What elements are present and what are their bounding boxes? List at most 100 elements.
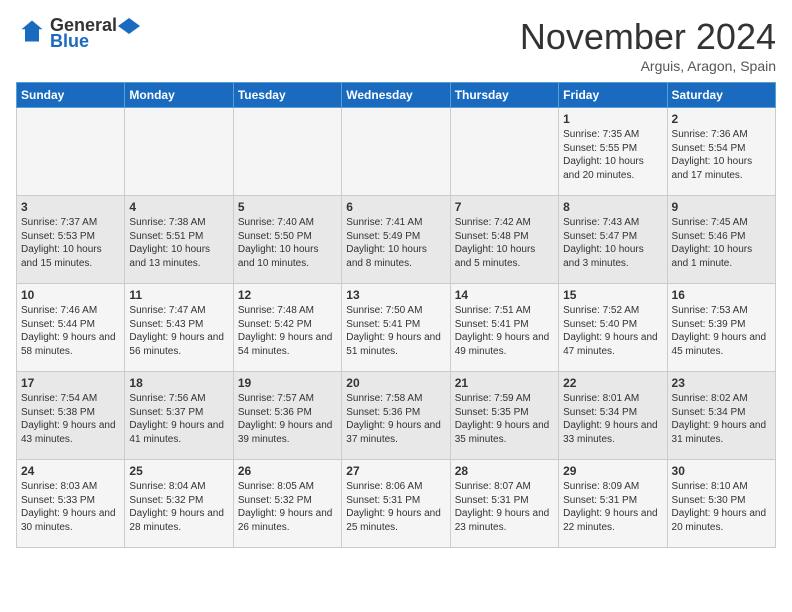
day-number: 14 bbox=[455, 288, 554, 302]
cell-info-text: Sunrise: 7:35 AM Sunset: 5:55 PM Dayligh… bbox=[563, 128, 662, 182]
day-number: 1 bbox=[563, 112, 662, 126]
cell-info-text: Sunrise: 7:41 AM Sunset: 5:49 PM Dayligh… bbox=[346, 216, 445, 270]
calendar-cell: 17Sunrise: 7:54 AM Sunset: 5:38 PM Dayli… bbox=[17, 372, 125, 460]
day-number: 16 bbox=[672, 288, 771, 302]
day-number: 15 bbox=[563, 288, 662, 302]
cell-info-text: Sunrise: 8:06 AM Sunset: 5:31 PM Dayligh… bbox=[346, 480, 445, 534]
calendar-cell: 30 Sunrise: 8:10 AM Sunset: 5:30 PM Dayli… bbox=[667, 460, 775, 548]
day-number: 4 bbox=[129, 200, 228, 214]
calendar-cell: 7 Sunrise: 7:42 AM Sunset: 5:48 PM Daylig… bbox=[450, 196, 558, 284]
cell-info-text: Sunrise: 8:02 AM Sunset: 5:34 PM Dayligh… bbox=[672, 392, 771, 446]
day-number: 26 bbox=[238, 464, 337, 478]
calendar-cell: 27 Sunrise: 8:06 AM Sunset: 5:31 PM Dayli… bbox=[342, 460, 450, 548]
cell-info-text: Sunrise: 8:09 AM Sunset: 5:31 PM Dayligh… bbox=[563, 480, 662, 534]
cell-info-text: Sunrise: 7:43 AM Sunset: 5:47 PM Dayligh… bbox=[563, 216, 662, 270]
cell-info-text: Sunrise: 7:48 AM Sunset: 5:42 PM Dayligh… bbox=[238, 304, 337, 358]
calendar-cell: 20 Sunrise: 7:58 AM Sunset: 5:36 PM Dayli… bbox=[342, 372, 450, 460]
day-number: 6 bbox=[346, 200, 445, 214]
cell-info-text: Sunrise: 8:03 AM Sunset: 5:33 PM Dayligh… bbox=[21, 480, 120, 534]
title-block: November 2024 Arguis, Aragon, Spain bbox=[520, 16, 776, 74]
calendar-cell: 11 Sunrise: 7:47 AM Sunset: 5:43 PM Dayli… bbox=[125, 284, 233, 372]
cell-info-text: Sunrise: 7:51 AM Sunset: 5:41 PM Dayligh… bbox=[455, 304, 554, 358]
calendar-cell: 26Sunrise: 8:05 AM Sunset: 5:32 PM Dayli… bbox=[233, 460, 341, 548]
calendar-cell: 21Sunrise: 7:59 AM Sunset: 5:35 PM Dayli… bbox=[450, 372, 558, 460]
logo-flag-icon bbox=[118, 18, 140, 34]
weekday-header-row: SundayMondayTuesdayWednesdayThursdayFrid… bbox=[17, 83, 776, 108]
calendar-cell: 1 Sunrise: 7:35 AM Sunset: 5:55 PM Daylig… bbox=[559, 108, 667, 196]
cell-info-text: Sunrise: 7:38 AM Sunset: 5:51 PM Dayligh… bbox=[129, 216, 228, 270]
day-number: 25 bbox=[129, 464, 228, 478]
weekday-header-cell: Friday bbox=[559, 83, 667, 108]
calendar-body: 1 Sunrise: 7:35 AM Sunset: 5:55 PM Daylig… bbox=[17, 108, 776, 548]
day-number: 11 bbox=[129, 288, 228, 302]
day-number: 20 bbox=[346, 376, 445, 390]
day-number: 28 bbox=[455, 464, 554, 478]
cell-info-text: Sunrise: 7:40 AM Sunset: 5:50 PM Dayligh… bbox=[238, 216, 337, 270]
calendar-week-row: 3Sunrise: 7:37 AM Sunset: 5:53 PM Daylig… bbox=[17, 196, 776, 284]
logo-blue-text: Blue bbox=[50, 31, 89, 51]
day-number: 8 bbox=[563, 200, 662, 214]
cell-info-text: Sunrise: 8:10 AM Sunset: 5:30 PM Dayligh… bbox=[672, 480, 771, 534]
calendar-cell: 24 Sunrise: 8:03 AM Sunset: 5:33 PM Dayli… bbox=[17, 460, 125, 548]
calendar-cell: 18 Sunrise: 7:56 AM Sunset: 5:37 PM Dayli… bbox=[125, 372, 233, 460]
calendar-cell: 6 Sunrise: 7:41 AM Sunset: 5:49 PM Daylig… bbox=[342, 196, 450, 284]
calendar-cell: 28 Sunrise: 8:07 AM Sunset: 5:31 PM Dayli… bbox=[450, 460, 558, 548]
day-number: 18 bbox=[129, 376, 228, 390]
calendar-cell: 23 Sunrise: 8:02 AM Sunset: 5:34 PM Dayli… bbox=[667, 372, 775, 460]
day-number: 9 bbox=[672, 200, 771, 214]
day-number: 19 bbox=[238, 376, 337, 390]
cell-info-text: Sunrise: 8:01 AM Sunset: 5:34 PM Dayligh… bbox=[563, 392, 662, 446]
day-number: 13 bbox=[346, 288, 445, 302]
cell-info-text: Sunrise: 7:45 AM Sunset: 5:46 PM Dayligh… bbox=[672, 216, 771, 270]
logo: General Blue bbox=[16, 16, 141, 52]
cell-info-text: Sunrise: 7:46 AM Sunset: 5:44 PM Dayligh… bbox=[21, 304, 120, 358]
calendar-cell: 19Sunrise: 7:57 AM Sunset: 5:36 PM Dayli… bbox=[233, 372, 341, 460]
calendar-cell: 10 Sunrise: 7:46 AM Sunset: 5:44 PM Dayli… bbox=[17, 284, 125, 372]
calendar-table: SundayMondayTuesdayWednesdayThursdayFrid… bbox=[16, 82, 776, 548]
calendar-week-row: 10 Sunrise: 7:46 AM Sunset: 5:44 PM Dayli… bbox=[17, 284, 776, 372]
calendar-cell: 5 Sunrise: 7:40 AM Sunset: 5:50 PM Daylig… bbox=[233, 196, 341, 284]
calendar-cell: 9 Sunrise: 7:45 AM Sunset: 5:46 PM Daylig… bbox=[667, 196, 775, 284]
day-number: 24 bbox=[21, 464, 120, 478]
logo-icon bbox=[18, 17, 46, 45]
day-number: 27 bbox=[346, 464, 445, 478]
day-number: 12 bbox=[238, 288, 337, 302]
calendar-cell: 14 Sunrise: 7:51 AM Sunset: 5:41 PM Dayli… bbox=[450, 284, 558, 372]
cell-info-text: Sunrise: 7:59 AM Sunset: 5:35 PM Dayligh… bbox=[455, 392, 554, 446]
calendar-cell: 3Sunrise: 7:37 AM Sunset: 5:53 PM Daylig… bbox=[17, 196, 125, 284]
month-title: November 2024 bbox=[520, 16, 776, 58]
day-number: 7 bbox=[455, 200, 554, 214]
cell-info-text: Sunrise: 8:04 AM Sunset: 5:32 PM Dayligh… bbox=[129, 480, 228, 534]
calendar-cell bbox=[125, 108, 233, 196]
cell-info-text: Sunrise: 7:52 AM Sunset: 5:40 PM Dayligh… bbox=[563, 304, 662, 358]
page-header: General Blue November 2024 Arguis, Arago… bbox=[16, 16, 776, 74]
cell-info-text: Sunrise: 7:42 AM Sunset: 5:48 PM Dayligh… bbox=[455, 216, 554, 270]
cell-info-text: Sunrise: 7:56 AM Sunset: 5:37 PM Dayligh… bbox=[129, 392, 228, 446]
calendar-cell: 22Sunrise: 8:01 AM Sunset: 5:34 PM Dayli… bbox=[559, 372, 667, 460]
day-number: 10 bbox=[21, 288, 120, 302]
weekday-header-cell: Wednesday bbox=[342, 83, 450, 108]
calendar-cell bbox=[342, 108, 450, 196]
calendar-cell: 25 Sunrise: 8:04 AM Sunset: 5:32 PM Dayli… bbox=[125, 460, 233, 548]
cell-info-text: Sunrise: 7:36 AM Sunset: 5:54 PM Dayligh… bbox=[672, 128, 771, 182]
weekday-header-cell: Tuesday bbox=[233, 83, 341, 108]
calendar-week-row: 17Sunrise: 7:54 AM Sunset: 5:38 PM Dayli… bbox=[17, 372, 776, 460]
calendar-cell: 12 Sunrise: 7:48 AM Sunset: 5:42 PM Dayli… bbox=[233, 284, 341, 372]
cell-info-text: Sunrise: 7:47 AM Sunset: 5:43 PM Dayligh… bbox=[129, 304, 228, 358]
cell-info-text: Sunrise: 8:07 AM Sunset: 5:31 PM Dayligh… bbox=[455, 480, 554, 534]
calendar-cell: 29Sunrise: 8:09 AM Sunset: 5:31 PM Dayli… bbox=[559, 460, 667, 548]
weekday-header-cell: Saturday bbox=[667, 83, 775, 108]
cell-info-text: Sunrise: 7:50 AM Sunset: 5:41 PM Dayligh… bbox=[346, 304, 445, 358]
cell-info-text: Sunrise: 7:58 AM Sunset: 5:36 PM Dayligh… bbox=[346, 392, 445, 446]
day-number: 30 bbox=[672, 464, 771, 478]
cell-info-text: Sunrise: 7:53 AM Sunset: 5:39 PM Dayligh… bbox=[672, 304, 771, 358]
day-number: 23 bbox=[672, 376, 771, 390]
calendar-week-row: 1 Sunrise: 7:35 AM Sunset: 5:55 PM Daylig… bbox=[17, 108, 776, 196]
calendar-cell: 13 Sunrise: 7:50 AM Sunset: 5:41 PM Dayli… bbox=[342, 284, 450, 372]
calendar-cell bbox=[17, 108, 125, 196]
calendar-cell bbox=[450, 108, 558, 196]
calendar-cell: 2Sunrise: 7:36 AM Sunset: 5:54 PM Daylig… bbox=[667, 108, 775, 196]
day-number: 5 bbox=[238, 200, 337, 214]
day-number: 17 bbox=[21, 376, 120, 390]
calendar-cell: 15 Sunrise: 7:52 AM Sunset: 5:40 PM Dayli… bbox=[559, 284, 667, 372]
